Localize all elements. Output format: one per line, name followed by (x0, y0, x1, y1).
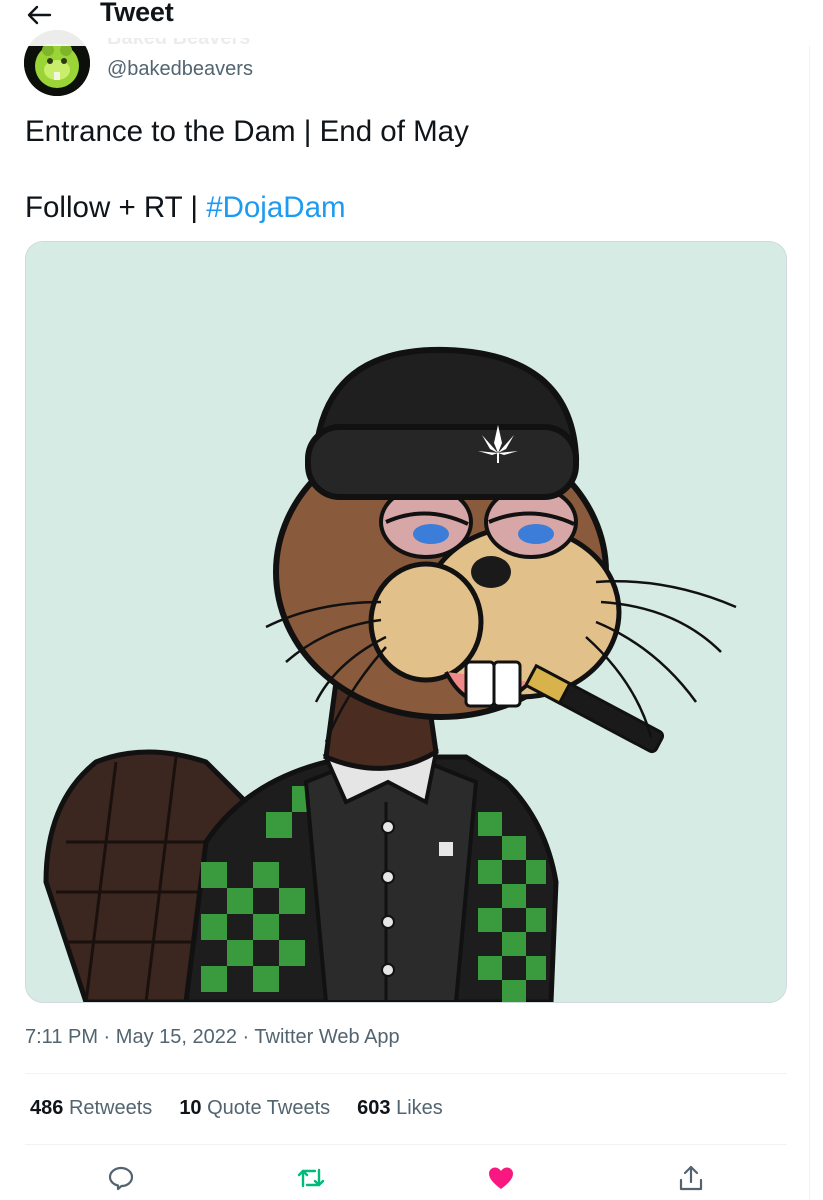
tweet-source[interactable]: Twitter Web App (254, 1026, 399, 1048)
quote-tweets-count: 10 (179, 1097, 202, 1119)
retweet-icon (297, 1168, 325, 1188)
tweet-line: Entrance to the Dam | End of May (25, 115, 469, 148)
retweets-stat[interactable]: 486 Retweets (30, 1097, 152, 1120)
tweet-actions (0, 1158, 810, 1198)
reply-icon (108, 1166, 134, 1191)
arrow-left-icon (27, 5, 52, 25)
divider (25, 1073, 787, 1074)
retweets-count: 486 (30, 1097, 64, 1119)
tweet-meta: 7:11 PM · May 15, 2022 · Twitter Web App (25, 1026, 400, 1049)
tweet-media[interactable] (25, 241, 787, 1003)
retweets-label: Retweets (68, 1097, 153, 1119)
likes-stat[interactable]: 603 Likes (357, 1097, 443, 1120)
tweet-time[interactable]: 7:11 PM (25, 1026, 98, 1048)
reply-button[interactable] (101, 1158, 141, 1198)
tweet-text: Entrance to the Dam | End of May Follow … (25, 113, 469, 227)
tweet-line-text: Follow + RT | (25, 191, 207, 224)
share-button[interactable] (671, 1158, 711, 1198)
like-button[interactable] (481, 1158, 521, 1198)
divider (25, 1144, 787, 1145)
meta-separator: · (98, 1026, 116, 1048)
top-bar: Tweet (0, 0, 810, 46)
quote-tweets-label: Quote Tweets (207, 1097, 331, 1119)
tweet-date[interactable]: May 15, 2022 (116, 1026, 237, 1048)
likes-label: Likes (396, 1097, 443, 1119)
hashtag-link[interactable]: #DojaDam (206, 191, 345, 224)
page-title: Tweet (100, 0, 174, 27)
engagement-stats: 486 Retweets 10 Quote Tweets 603 Likes (30, 1097, 470, 1120)
beaver-nft-illustration (26, 242, 786, 1002)
quote-tweets-stat[interactable]: 10 Quote Tweets (179, 1097, 330, 1120)
share-icon (679, 1165, 703, 1191)
meta-separator: · (236, 1026, 255, 1048)
back-button[interactable] (24, 1, 54, 29)
retweet-button[interactable] (291, 1158, 331, 1198)
author-handle[interactable]: @bakedbeavers (107, 58, 253, 81)
tweet-line: Follow + RT | #DojaDam (25, 189, 469, 227)
column-border (809, 0, 810, 1200)
likes-count: 603 (357, 1097, 391, 1119)
heart-icon (489, 1167, 513, 1189)
